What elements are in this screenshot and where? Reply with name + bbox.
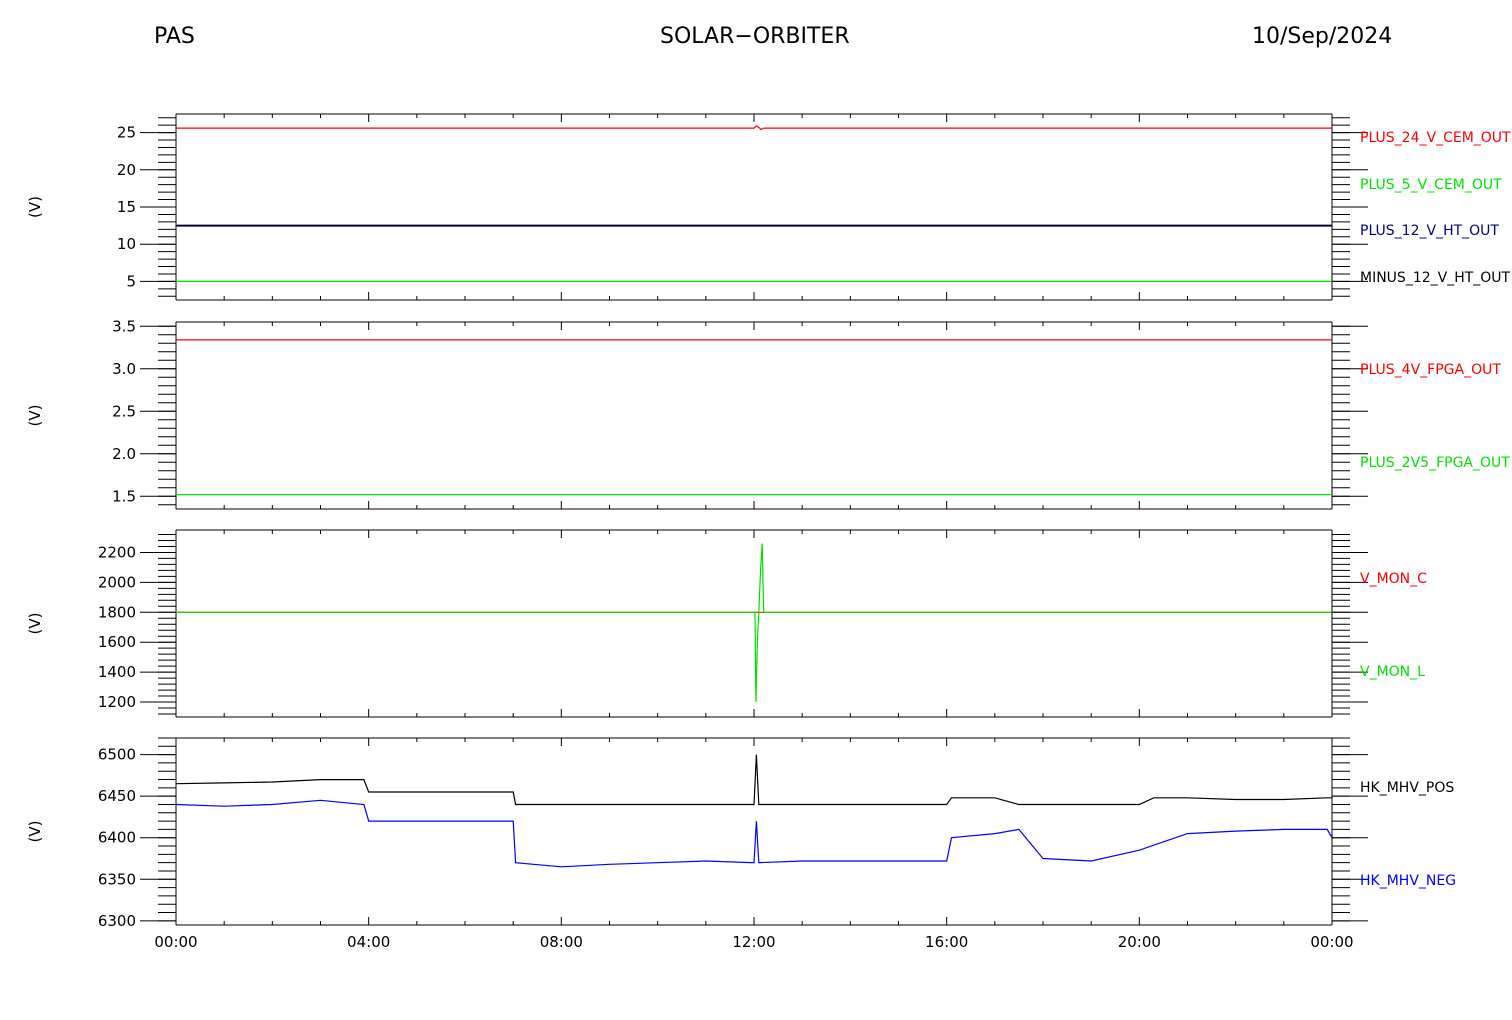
y-axis-label: (V) [26, 613, 44, 635]
y-tick-label: 5 [126, 272, 136, 290]
timeseries-chart: 5 10 15 20 25 (V) PLUS_24_V_CEM_OUT PLUS_5_V_CE… [26, 113, 1511, 951]
y-tick-label: 6500 [98, 746, 136, 764]
x-tick-label: 04:00 [347, 933, 390, 951]
x-tick-label: 20:00 [1118, 933, 1161, 951]
legend-label-hk-mhv-neg: HK_MHV_NEG [1360, 873, 1456, 889]
legend-label-plus-24-v-cem-out: PLUS_24_V_CEM_OUT [1360, 130, 1511, 146]
series-line-hk-mhv-pos [175, 754, 1332, 806]
y-tick-label: 2000 [98, 573, 136, 591]
y-tick-label: 3.0 [112, 360, 136, 378]
y-tick-label: 6350 [98, 870, 136, 888]
y-tick-label: 1.5 [112, 487, 136, 505]
y-tick-label: 2.5 [112, 402, 136, 420]
x-tick-label: 00:00 [154, 933, 197, 951]
x-tick-label: 00:00 [1310, 933, 1353, 951]
y-tick-label: 25 [117, 124, 136, 142]
x-tick-label: 08:00 [540, 933, 583, 951]
series-line-plus-24-v-cem-out [176, 125, 1332, 131]
y-tick-label: 6400 [98, 829, 136, 847]
x-tick-label: 12:00 [732, 933, 775, 951]
y-tick-label: 20 [117, 161, 136, 179]
y-tick-label: 1200 [98, 693, 136, 711]
series-line-hk-mhv-neg [175, 799, 1333, 868]
y-tick-label: 1800 [98, 603, 136, 621]
series-line-v-mon-l [176, 543, 1332, 703]
y-tick-label: 6300 [98, 912, 136, 930]
legend-label-plus-5-v-cem-out: PLUS_5_V_CEM_OUT [1360, 177, 1502, 193]
legend-label-plus-2v5-fpga-out: PLUS_2V5_FPGA_OUT [1360, 455, 1510, 471]
y-axis-label: (V) [26, 196, 44, 218]
x-tick-label: 16:00 [925, 933, 968, 951]
y-tick-label: 3.5 [112, 317, 136, 335]
legend-label-plus-4v-fpga-out: PLUS_4V_FPGA_OUT [1360, 362, 1501, 378]
y-tick-label: 10 [117, 235, 136, 253]
y-axis-label: (V) [26, 821, 44, 843]
y-axis-label: (V) [26, 405, 44, 427]
legend-label-v-mon-c: V_MON_C [1360, 571, 1427, 587]
legend-label-v-mon-l: V_MON_L [1360, 664, 1425, 680]
y-tick-label: 15 [117, 198, 136, 216]
legend-label-minus-12-v-ht-out: MINUS_12_V_HT_OUT [1360, 270, 1511, 286]
y-tick-label: 6450 [98, 787, 136, 805]
legend-label-hk-mhv-pos: HK_MHV_POS [1360, 780, 1454, 796]
y-tick-label: 1600 [98, 633, 136, 651]
y-tick-label: 2200 [98, 543, 136, 561]
y-tick-label: 1400 [98, 663, 136, 681]
y-tick-label: 2.0 [112, 445, 136, 463]
legend-label-plus-12-v-ht-out: PLUS_12_V_HT_OUT [1360, 223, 1499, 239]
